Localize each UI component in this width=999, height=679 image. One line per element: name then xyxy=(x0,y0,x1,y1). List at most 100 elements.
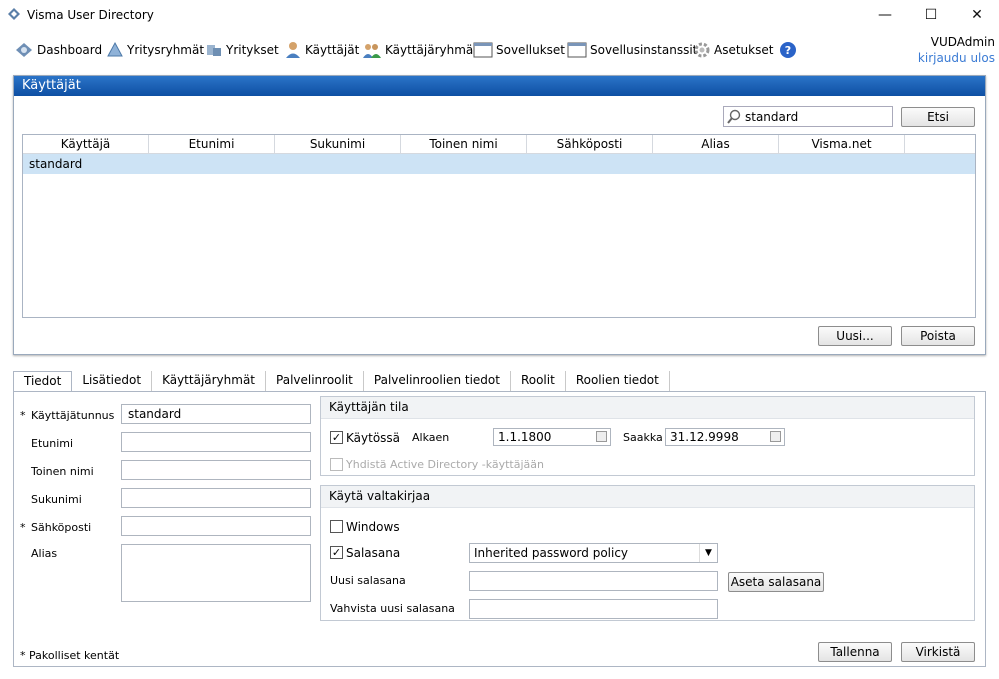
windows-checkbox[interactable] xyxy=(330,520,343,533)
enabled-label: Käytössä xyxy=(346,431,401,445)
lastname-field[interactable] xyxy=(121,488,311,508)
gear-icon xyxy=(694,42,710,58)
menu-label: Käyttäjät xyxy=(305,43,360,57)
tab-server-roles[interactable]: Palvelinroolit xyxy=(266,371,364,392)
tab-details[interactable]: Tiedot xyxy=(13,371,73,392)
menu-label: Yritykset xyxy=(226,43,279,57)
group-title: Käyttäjän tila xyxy=(321,397,974,419)
close-button[interactable]: ✕ xyxy=(954,4,999,26)
title-bar: Visma User Directory — ☐ ✕ xyxy=(0,0,999,30)
menu-company-groups[interactable]: Yritysryhmät xyxy=(106,39,204,61)
middlename-label: Toinen nimi xyxy=(31,465,94,478)
menu-application-instances[interactable]: Sovellusinstanssit xyxy=(567,39,697,61)
firstname-field[interactable] xyxy=(121,432,311,452)
column-header[interactable]: Sähköposti xyxy=(527,135,653,153)
lastname-label: Sukunimi xyxy=(31,493,82,506)
company-groups-icon xyxy=(107,41,123,57)
confirm-password-field[interactable] xyxy=(469,599,718,619)
menu-user-groups[interactable]: Käyttäjäryhmät xyxy=(362,39,478,61)
new-password-field[interactable] xyxy=(469,571,718,591)
logout-link[interactable]: kirjaudu ulos xyxy=(918,50,995,66)
visma-logo-icon xyxy=(8,8,20,20)
users-panel: Käyttäjät Etsi Käyttäjä Etunimi Sukunimi… xyxy=(13,75,986,355)
until-date-value: 31.12.9998 xyxy=(670,430,739,444)
user-status-group: Käyttäjän tila ✓ Käytössä Alkaen 1.1.180… xyxy=(320,396,975,476)
application-icon xyxy=(473,42,493,58)
refresh-button[interactable]: Virkistä xyxy=(901,642,975,662)
from-date-field[interactable]: 1.1.1800 xyxy=(493,428,611,446)
companies-icon xyxy=(207,45,221,56)
menu-label: Sovellukset xyxy=(496,43,566,57)
email-field[interactable] xyxy=(121,516,311,536)
firstname-label: Etunimi xyxy=(31,437,74,450)
menu-settings[interactable]: Asetukset xyxy=(693,39,773,61)
username-display: VUDAdmin xyxy=(930,35,995,49)
tab-additional-info[interactable]: Lisätiedot xyxy=(72,371,153,392)
alias-field[interactable] xyxy=(121,544,311,602)
help-icon[interactable]: ? xyxy=(779,41,797,59)
maximize-button[interactable]: ☐ xyxy=(908,4,954,26)
panel-title: Käyttäjät xyxy=(14,76,985,96)
column-header[interactable]: Sukunimi xyxy=(275,135,401,153)
until-label: Saakka xyxy=(623,431,663,444)
search-input[interactable] xyxy=(745,109,885,124)
column-header[interactable]: Alias xyxy=(653,135,779,153)
required-marker: * xyxy=(20,521,26,534)
tab-server-role-info[interactable]: Palvelinroolien tiedot xyxy=(364,371,511,392)
group-title: Käytä valtakirjaa xyxy=(321,486,974,508)
main-menu: Dashboard Yritysryhmät Yritykset Käyttäj… xyxy=(0,36,999,70)
email-label: Sähköposti xyxy=(31,521,92,534)
user-groups-icon xyxy=(363,44,381,58)
password-policy-select[interactable]: Inherited password policy ▼ xyxy=(469,543,718,563)
until-date-field[interactable]: 31.12.9998 xyxy=(665,428,785,446)
column-header[interactable]: Toinen nimi xyxy=(401,135,527,153)
from-date-value: 1.1.1800 xyxy=(498,430,552,444)
users-table: Käyttäjä Etunimi Sukunimi Toinen nimi Sä… xyxy=(22,134,976,318)
menu-applications[interactable]: Sovellukset xyxy=(473,39,565,61)
delete-user-button[interactable]: Poista xyxy=(901,326,975,346)
password-checkbox[interactable]: ✓ xyxy=(330,546,343,559)
column-header[interactable]: Etunimi xyxy=(149,135,275,153)
window-title: Visma User Directory xyxy=(27,8,154,22)
new-password-label: Uusi salasana xyxy=(330,574,406,587)
alias-label: Alias xyxy=(31,547,58,560)
details-tab-panel: * Käyttäjätunnus Etunimi Toinen nimi Suk… xyxy=(13,391,986,667)
search-icon xyxy=(727,109,741,124)
table-header: Käyttäjä Etunimi Sukunimi Toinen nimi Sä… xyxy=(23,135,975,154)
search-button[interactable]: Etsi xyxy=(901,107,975,127)
menu-label: Yritysryhmät xyxy=(127,43,205,57)
menu-companies[interactable]: Yritykset xyxy=(205,39,279,61)
column-header[interactable]: Visma.net xyxy=(779,135,905,153)
username-field[interactable] xyxy=(121,404,311,424)
confirm-password-label: Vahvista uusi salasana xyxy=(330,602,455,615)
minimize-button[interactable]: — xyxy=(862,4,908,26)
save-button[interactable]: Tallenna xyxy=(818,642,892,662)
menu-dashboard[interactable]: Dashboard xyxy=(14,39,102,61)
menu-label: Asetukset xyxy=(714,43,774,57)
menu-label: Sovellusinstanssit xyxy=(590,43,698,57)
user-icon xyxy=(286,42,300,58)
middlename-field[interactable] xyxy=(121,460,311,480)
ad-link-checkbox[interactable] xyxy=(330,458,343,471)
calendar-icon[interactable] xyxy=(770,431,781,442)
set-password-button[interactable]: Aseta salasana xyxy=(728,572,824,592)
tab-roles[interactable]: Roolit xyxy=(511,371,566,392)
required-marker: * xyxy=(20,409,26,422)
from-label: Alkaen xyxy=(412,431,450,444)
enabled-checkbox[interactable]: ✓ xyxy=(330,431,343,444)
new-user-button[interactable]: Uusi... xyxy=(818,326,892,346)
required-note: * Pakolliset kentät xyxy=(20,649,120,662)
application-instance-icon xyxy=(567,42,587,58)
tab-user-groups[interactable]: Käyttäjäryhmät xyxy=(152,371,267,392)
tab-strip: Tiedot Lisätiedot Käyttäjäryhmät Palveli… xyxy=(13,371,670,392)
username-label: Käyttäjätunnus xyxy=(31,409,115,422)
credentials-group: Käytä valtakirjaa Windows ✓ Salasana Inh… xyxy=(320,485,975,621)
tab-role-info[interactable]: Roolien tiedot xyxy=(566,371,670,392)
column-header[interactable]: Käyttäjä xyxy=(23,135,149,153)
search-field[interactable] xyxy=(723,106,893,127)
menu-users[interactable]: Käyttäjät xyxy=(284,39,359,61)
calendar-icon[interactable] xyxy=(596,431,607,442)
user-info: VUDAdmin kirjaudu ulos xyxy=(918,34,995,66)
details-tabs: Tiedot Lisätiedot Käyttäjäryhmät Palveli… xyxy=(13,371,986,667)
table-row[interactable]: standard xyxy=(23,154,975,174)
